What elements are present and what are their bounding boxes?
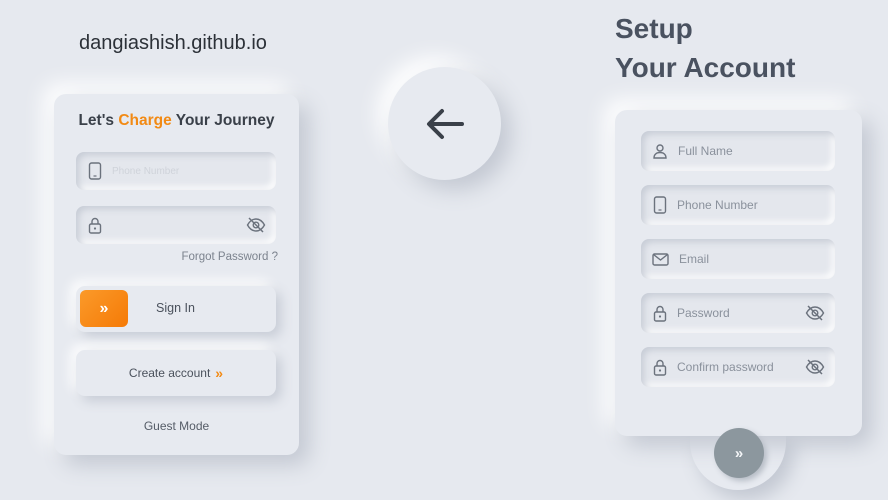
password-placeholder: Password [677, 306, 730, 320]
login-phone-placeholder: Phone Number [112, 165, 180, 177]
eye-off-icon[interactable] [805, 305, 825, 321]
full-name-placeholder: Full Name [678, 144, 733, 158]
phone-number-placeholder: Phone Number [677, 198, 758, 212]
email-placeholder: Email [679, 252, 710, 266]
login-title: Let's Charge Your Journey [54, 112, 299, 130]
login-password-field[interactable] [76, 206, 276, 244]
user-icon [652, 143, 668, 159]
sign-in-arrow-button[interactable]: » [80, 290, 128, 327]
lock-icon [88, 217, 102, 234]
guest-mode-link[interactable]: Guest Mode [54, 419, 299, 433]
chevron-right-icon: » [215, 365, 224, 381]
login-phone-field[interactable]: Phone Number [76, 152, 276, 190]
eye-off-icon[interactable] [246, 217, 266, 233]
forgot-password-link[interactable]: Forgot Password ? [181, 251, 278, 263]
mail-icon [652, 252, 669, 266]
lock-icon [653, 359, 667, 376]
phone-number-field[interactable]: Phone Number [641, 185, 835, 225]
next-button[interactable]: » [714, 428, 764, 478]
create-account-button[interactable]: Create account » [76, 350, 276, 396]
setup-title-line1: Setup [615, 13, 693, 44]
arrow-left-icon [424, 107, 466, 141]
title-prefix: Let's [78, 112, 119, 129]
lock-icon [653, 305, 667, 322]
title-suffix: Your Journey [171, 112, 275, 129]
confirm-password-field[interactable]: Confirm password [641, 347, 835, 387]
phone-icon [88, 162, 102, 180]
sign-in-label: Sign In [156, 301, 195, 315]
phone-icon [653, 196, 667, 214]
password-field[interactable]: Password [641, 293, 835, 333]
setup-title-line2: Your Account [615, 52, 796, 83]
email-field[interactable]: Email [641, 239, 835, 279]
back-button[interactable] [388, 67, 501, 180]
create-account-label: Create account [128, 366, 211, 380]
eye-off-icon[interactable] [805, 359, 825, 375]
confirm-password-placeholder: Confirm password [677, 360, 774, 374]
title-accent: Charge [118, 112, 172, 129]
setup-title: Setup Your Account [615, 9, 795, 87]
login-card: Let's Charge Your Journey Phone Number F… [54, 94, 299, 455]
signup-card: Full Name Phone Number Email Password Co… [615, 110, 862, 436]
full-name-field[interactable]: Full Name [641, 131, 835, 171]
site-url: dangiashish.github.io [79, 32, 267, 54]
